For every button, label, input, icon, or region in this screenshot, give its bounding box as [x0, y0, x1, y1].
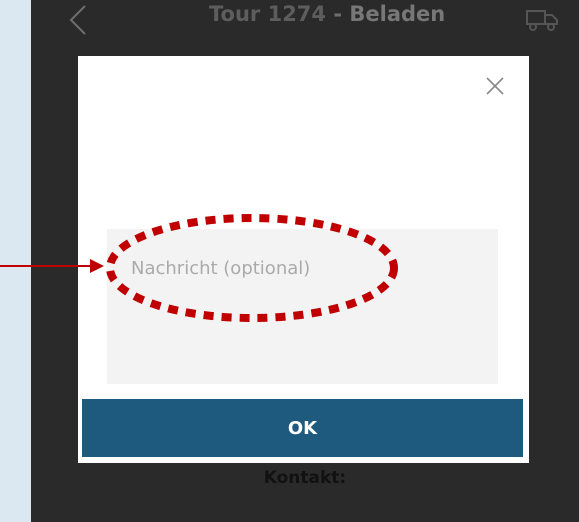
- message-input[interactable]: [107, 229, 498, 384]
- ok-button[interactable]: OK: [82, 399, 523, 457]
- tour-action: Beladen: [349, 2, 446, 26]
- truck-icon[interactable]: [525, 6, 559, 32]
- message-field[interactable]: [107, 229, 498, 384]
- contact-label: Kontakt:: [263, 468, 347, 488]
- title-separator: -: [326, 2, 350, 26]
- close-icon[interactable]: [484, 75, 506, 97]
- app-header: Tour 1274 - Beladen: [31, 0, 579, 40]
- chevron-left-icon[interactable]: [65, 4, 91, 36]
- page-title: Tour 1274 - Beladen: [209, 2, 445, 26]
- tour-number: Tour 1274: [209, 2, 327, 26]
